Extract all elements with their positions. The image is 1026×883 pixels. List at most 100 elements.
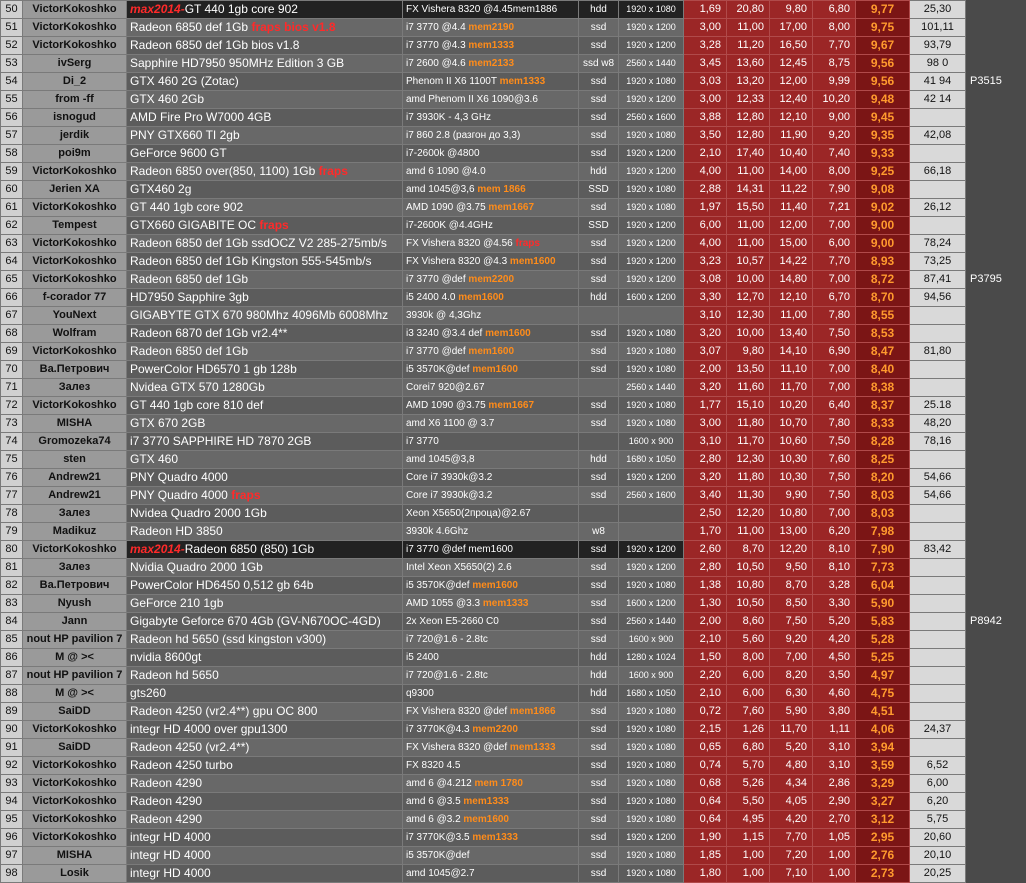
resolution: 1920 x 1200 [619,541,684,559]
value-1: 1,30 [684,595,727,613]
pc-score [966,289,1026,307]
cpu-cell: Core i7 3930k@3.2 [403,469,579,487]
total-score: 4,51 [856,703,910,721]
cpu-cell: Phenom II X6 1100T mem1333 [403,73,579,91]
gpu-name: HD7950 Sapphire 3gb [130,290,249,304]
gpu-cell: Radeon 6850 over(850, 1100) 1Gb fraps [127,163,403,181]
drive-type: ssd [579,865,619,883]
drive-type: ssd [579,415,619,433]
table-row: 85nout HP pavilion 7Radeon hd 5650 (ssd … [1,631,1026,649]
gpu-cell: nvidia 8600gt [127,649,403,667]
gpu-name: Radeon hd 5650 (ssd kingston v300) [130,632,326,646]
value-2: 13,60 [727,55,770,73]
cpu-name: i5 3570K@def [406,850,470,861]
value-1: 3,20 [684,325,727,343]
value-3: 9,80 [770,1,813,19]
value-1: 4,00 [684,163,727,181]
user-name: Tempest [23,217,127,235]
cpu-memory: mem1333 [468,40,514,51]
drive-type: w8 [579,523,619,541]
extra-value: 25,30 [910,1,966,19]
pc-score [966,379,1026,397]
user-name: Ва.Петрович [23,577,127,595]
total-score: 9,33 [856,145,910,163]
cpu-cell: i7 2600 @4.6 mem2133 [403,55,579,73]
total-score: 9,02 [856,199,910,217]
total-score: 8,72 [856,271,910,289]
cpu-memory: mem2200 [468,274,514,285]
user-name: VictorKokoshko [23,271,127,289]
value-4: 7,40 [813,145,856,163]
total-score: 9,56 [856,55,910,73]
cpu-name: Corei7 920@2.67 [406,382,485,393]
row-number: 80 [1,541,23,559]
value-2: 15,10 [727,397,770,415]
gpu-cell: PNY Quadro 4000 [127,469,403,487]
value-2: 10,00 [727,271,770,289]
pc-score [966,541,1026,559]
pc-score [966,181,1026,199]
table-row: 53ivSergSapphire HD7950 950MHz Edition 3… [1,55,1026,73]
table-row: 93VictorKokoshkoRadeon 4290amd 6 @4.212 … [1,775,1026,793]
value-2: 20,80 [727,1,770,19]
value-4: 8,00 [813,163,856,181]
table-row: 88M @ ><gts260q9300hdd1680 x 10502,106,0… [1,685,1026,703]
gpu-name: Nvidia Quadro 2000 1Gb [130,560,263,574]
total-score: 9,35 [856,127,910,145]
cpu-cell: i7-2600K @4.4GHz [403,217,579,235]
cpu-cell: i7 3770 @4.3 mem1333 [403,37,579,55]
total-score: 9,45 [856,109,910,127]
value-1: 2,88 [684,181,727,199]
value-1: 1,69 [684,1,727,19]
value-3: 11,00 [770,307,813,325]
gpu-name: Radeon 4250 (vr2.4**) [130,740,249,754]
value-3: 7,50 [770,613,813,631]
value-4: 6,70 [813,289,856,307]
value-3: 10,40 [770,145,813,163]
value-3: 12,10 [770,109,813,127]
user-name: VictorKokoshko [23,541,127,559]
value-1: 2,80 [684,451,727,469]
extra-value [910,631,966,649]
resolution: 1920 x 1080 [619,757,684,775]
resolution: 1920 x 1200 [619,217,684,235]
value-1: 2,20 [684,667,727,685]
user-name: Залез [23,559,127,577]
user-name: poi9m [23,145,127,163]
pc-score: P3515 [966,73,1026,91]
row-number: 56 [1,109,23,127]
gpu-cell: integr HD 4000 [127,847,403,865]
pc-score [966,811,1026,829]
value-1: 0,68 [684,775,727,793]
table-row: 79MadikuzRadeon HD 38503930k 4.6Ghzw81,7… [1,523,1026,541]
value-2: 11,00 [727,235,770,253]
row-number: 89 [1,703,23,721]
resolution: 1920 x 1200 [619,145,684,163]
value-4: 8,00 [813,19,856,37]
cpu-cell: i7 860 2.8 (разгон до 3,3) [403,127,579,145]
cpu-name: amd 6 1090 @4.0 [406,166,486,177]
table-row: 80VictorKokoshkomax2014-Radeon 6850 (850… [1,541,1026,559]
user-name: M @ >< [23,649,127,667]
value-1: 2,10 [684,685,727,703]
gpu-cell: Radeon 6850 def 1Gb [127,343,403,361]
gpu-cell: Radeon 4290 [127,775,403,793]
pc-score [966,235,1026,253]
drive-type [579,307,619,325]
user-name: SaiDD [23,703,127,721]
gpu-name: Radeon 6850 def 1Gb Kingston 555-545mb/s [130,254,372,268]
gpu-name: Sapphire HD7950 950MHz Edition 3 GB [130,56,344,70]
cpu-memory: mem2133 [468,58,514,69]
user-name: Andrew21 [23,487,127,505]
extra-value: 26,12 [910,199,966,217]
pc-score [966,577,1026,595]
table-row: 97MISHAintegr HD 4000i5 3570K@defssd1920… [1,847,1026,865]
drive-type: ssd w8 [579,55,619,73]
table-row: 84JannGigabyte Geforce 670 4Gb (GV-N670O… [1,613,1026,631]
value-4: 4,20 [813,631,856,649]
drive-type: hdd [579,685,619,703]
row-number: 60 [1,181,23,199]
cpu-name: i5 3570K@def [406,364,472,375]
cpu-name: i7 3770K@3.5 [406,832,472,843]
value-4: 7,50 [813,325,856,343]
